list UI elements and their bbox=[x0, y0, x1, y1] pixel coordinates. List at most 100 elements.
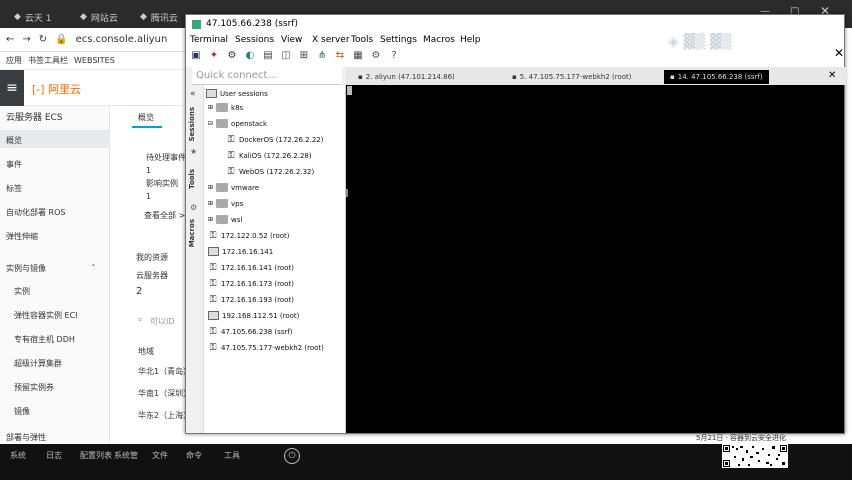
tree-folder-wsl[interactable]: ⊞ wsl bbox=[208, 215, 242, 224]
region-row[interactable]: 华南1（深圳） bbox=[138, 388, 191, 399]
tree-folder-vmware[interactable]: ⊞ vmware bbox=[208, 183, 259, 192]
terminal-pane[interactable] bbox=[346, 85, 844, 433]
browser-tab-2[interactable]: ◆ 网站云 bbox=[70, 6, 128, 28]
session-tab-active[interactable]: ▪ 14. 47.105.66.238 (ssrf) bbox=[664, 70, 769, 84]
session-icon[interactable]: ▣ bbox=[190, 50, 202, 62]
back-icon[interactable]: ← bbox=[6, 34, 14, 45]
servers-label: 云服务器 bbox=[136, 271, 168, 280]
tree-session[interactable]: ⚿ 172.16.16.193 (root) bbox=[208, 295, 294, 305]
servers-icon[interactable]: ✦ bbox=[208, 50, 220, 62]
region-row[interactable]: 华东2（上海） bbox=[138, 410, 191, 421]
tree-folder-vps[interactable]: ⊞ vps bbox=[208, 199, 243, 208]
user-sessions-icon bbox=[206, 89, 217, 98]
taskbar-item[interactable]: 文件 bbox=[152, 450, 168, 461]
instance-search-input[interactable]: 可以ID bbox=[150, 316, 175, 327]
bookmark-tools[interactable]: 书签工具栏 bbox=[28, 55, 68, 66]
tree-folder-k8s[interactable]: ⊞ k8s bbox=[208, 103, 243, 112]
sidebar-item-reserved[interactable]: 预留实例券 bbox=[14, 382, 54, 393]
menu-help[interactable]: Help bbox=[460, 35, 481, 45]
tree-session[interactable]: ⚿ WebOS (172.26.2.32) bbox=[226, 167, 315, 177]
sidebar-item-ros[interactable]: 自动化部署 ROS bbox=[6, 207, 65, 218]
sidebar-item-instances[interactable]: 实例 bbox=[14, 286, 30, 297]
sidebar-item-eci[interactable]: 弹性容器实例 ECI bbox=[14, 310, 78, 321]
sidebar-group-deploy[interactable]: 部署与弹性 bbox=[6, 432, 46, 443]
tab-overview[interactable]: 概览 bbox=[138, 112, 154, 123]
session-tab[interactable]: ▪ 2. aliyun (47.101.214.86) bbox=[352, 70, 461, 84]
tree-session[interactable]: 172.16.16.141 bbox=[208, 247, 273, 256]
forward-icon[interactable]: → bbox=[22, 34, 30, 45]
ssh-key-icon: ⚿ bbox=[209, 327, 217, 337]
expand-icon: ⊞ bbox=[208, 104, 214, 111]
browser-tab-3[interactable]: ◆ 腾讯云 bbox=[130, 6, 188, 28]
multiexec-icon[interactable]: ⋔ bbox=[316, 50, 328, 62]
help-icon[interactable]: ? bbox=[388, 50, 400, 62]
menu-terminal[interactable]: Terminal bbox=[190, 35, 228, 45]
taskbar-item[interactable]: 配置列表 bbox=[80, 450, 112, 461]
close-tab-icon[interactable]: ✕ bbox=[828, 70, 836, 81]
view-icon[interactable]: ◫ bbox=[280, 50, 292, 62]
view-all-link[interactable]: 查看全部 > bbox=[144, 210, 185, 221]
sidebar-item-overview[interactable]: 概览 bbox=[6, 135, 22, 146]
tools-icon[interactable]: ⚙ bbox=[226, 50, 238, 62]
aliyun-header: ≡ [-] 阿里云 bbox=[0, 70, 190, 106]
taskbar-item[interactable]: 系统 bbox=[10, 450, 26, 461]
sidebar-item-images[interactable]: 镜像 bbox=[14, 406, 30, 417]
taskbar-item[interactable]: 工具 bbox=[224, 450, 240, 461]
rdp-monitor-icon bbox=[208, 247, 219, 256]
menu-macros[interactable]: Macros bbox=[423, 35, 455, 45]
menu-sessions[interactable]: Sessions bbox=[235, 35, 274, 45]
settings-icon[interactable]: ⚙ bbox=[370, 50, 382, 62]
reload-icon[interactable]: ↻ bbox=[39, 34, 47, 45]
tree-session[interactable]: ⚿ 172.122.0.52 (root) bbox=[208, 231, 290, 241]
tree-session[interactable]: ⚿ KaliOS (172.26.2.28) bbox=[226, 151, 312, 161]
chevron-up-icon[interactable]: ⌃ bbox=[90, 263, 97, 272]
mobaxterm-window: 47.105.66.238 (ssrf) Terminal Sessions V… bbox=[185, 14, 846, 434]
vtab-sessions[interactable]: Sessions bbox=[188, 107, 196, 141]
sidebar-item-ddh[interactable]: 专有宿主机 DDH bbox=[14, 334, 75, 345]
sessions-icon[interactable]: ▤ bbox=[262, 50, 274, 62]
browser-tab-1[interactable]: ◆ 云天 1 bbox=[4, 6, 62, 28]
collapse-icon[interactable]: « bbox=[190, 89, 196, 99]
sidebar-item-hpc[interactable]: 超级计算集群 bbox=[14, 358, 62, 369]
tunneling-icon[interactable]: ⇆ bbox=[334, 50, 346, 62]
overlay-close-icon[interactable]: ✕ bbox=[834, 46, 844, 60]
sidebar-item-events[interactable]: 事件 bbox=[6, 159, 22, 170]
aliyun-main: 概览 待处理事件 1 影响实例 1 查看全部 > 我的资源 云服务器 2 ⌕ 可… bbox=[110, 106, 191, 444]
menu-settings[interactable]: Settings bbox=[380, 35, 417, 45]
games-icon[interactable]: ◐ bbox=[244, 50, 256, 62]
address-text[interactable]: ecs.console.aliyun bbox=[76, 34, 168, 45]
terminal-icon: ▪ bbox=[512, 73, 517, 81]
tree-session[interactable]: ⚿ 47.105.75.177-webkh2 (root) bbox=[208, 343, 324, 353]
menu-tools[interactable]: Tools bbox=[351, 35, 373, 45]
power-icon[interactable]: ⏻ bbox=[284, 448, 300, 464]
pane-splitter-handle[interactable] bbox=[346, 189, 348, 197]
tree-session[interactable]: ⚿ 47.105.66.238 (ssrf) bbox=[208, 327, 293, 337]
taskbar-item[interactable]: 日志 bbox=[46, 450, 62, 461]
tree-session[interactable]: ⚿ 172.16.16.173 (root) bbox=[208, 279, 294, 289]
address-bar[interactable]: ← → ↻ 🔒 ecs.console.aliyun bbox=[0, 28, 190, 52]
split-icon[interactable]: ⊞ bbox=[298, 50, 310, 62]
region-row[interactable]: 华北1（青岛） bbox=[138, 366, 191, 377]
vtab-macros[interactable]: Macros bbox=[188, 219, 196, 247]
tree-folder-openstack[interactable]: ⊟ openstack bbox=[208, 119, 267, 128]
sidebar-item-autoscaling[interactable]: 弹性伸缩 bbox=[6, 231, 38, 242]
aliyun-logo[interactable]: [-] 阿里云 bbox=[32, 81, 81, 97]
bookmark-websites[interactable]: WEBSITES bbox=[74, 56, 115, 65]
packages-icon[interactable]: ▦ bbox=[352, 50, 364, 62]
quick-connect-input[interactable]: Quick connect... bbox=[192, 67, 342, 85]
tree-session[interactable]: ⚿ DockerOS (172.26.2.22) bbox=[226, 135, 324, 145]
overlay-caption: 5月21日 · 容器到云安全进化 bbox=[696, 434, 787, 442]
sidebar-item-tags[interactable]: 标签 bbox=[6, 183, 22, 194]
sidebar-group-instances[interactable]: 实例与镜像 bbox=[6, 263, 46, 274]
tree-root[interactable]: User sessions bbox=[206, 89, 268, 98]
taskbar-item[interactable]: 系统管 bbox=[114, 450, 138, 461]
bookmark-apps[interactable]: 应用 bbox=[6, 55, 22, 66]
menu-xserver[interactable]: X server bbox=[312, 35, 350, 45]
tree-session[interactable]: 192.168.112.51 (root) bbox=[208, 311, 299, 320]
menu-icon[interactable]: ≡ bbox=[0, 70, 24, 106]
tree-session[interactable]: ⚿ 172.16.16.141 (root) bbox=[208, 263, 294, 273]
session-tab[interactable]: ▪ 5. 47.105.75.177-webkh2 (root) bbox=[506, 70, 638, 84]
taskbar-item[interactable]: 命令 bbox=[186, 450, 202, 461]
menu-view[interactable]: View bbox=[281, 35, 302, 45]
vtab-tools[interactable]: Tools bbox=[188, 169, 196, 189]
